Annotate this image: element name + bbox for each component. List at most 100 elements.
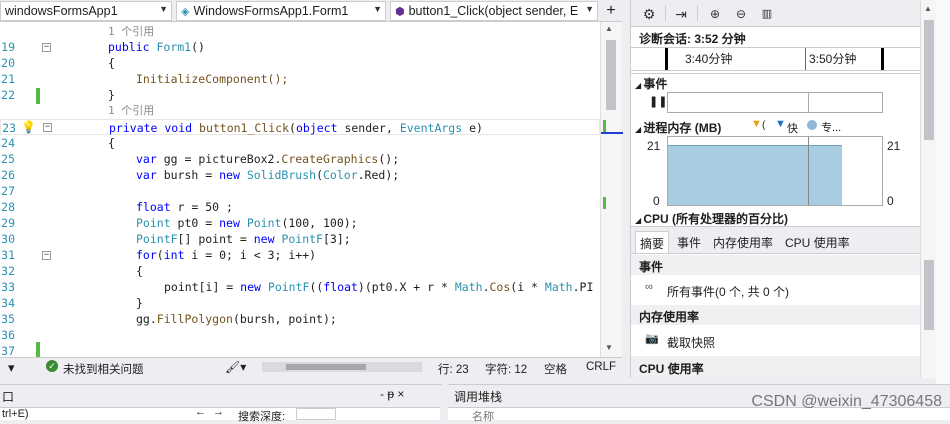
change-marker [603,197,606,209]
scroll-up-icon[interactable]: ▲ [924,4,932,13]
tab-memory[interactable]: 内存使用率 [713,234,773,251]
eol-indicator[interactable]: CRLF [586,361,616,373]
chart-icon[interactable]: ▥ [757,4,777,24]
events-track[interactable] [667,92,883,113]
scroll-thumb[interactable] [924,20,934,140]
line-number: 26 [1,168,15,182]
search-hint[interactable]: trl+E) [2,408,29,420]
tab-cpu[interactable]: CPU 使用率 [785,234,850,251]
memory-chart[interactable] [667,136,883,206]
timeline-ruler[interactable]: 3:40分钟 3:50分钟 [631,47,921,71]
split-add-button[interactable]: + [600,0,622,22]
take-snapshot-button[interactable]: 截取快照 [667,334,715,351]
project-dropdown[interactable]: windowsFormsApp1 ▼ [0,1,172,21]
tab-strip: 摘要 事件 内存使用率 CPU 使用率 [631,226,921,254]
class-dropdown[interactable]: ◈ WindowsFormsApp1.Form1 ▼ [176,1,386,21]
code-line: } [108,88,115,102]
memory-area [668,145,842,205]
line-number: 30 [1,232,15,246]
indent-indicator[interactable]: 空格 [544,361,567,377]
section-title: CPU 使用率 [639,362,704,376]
panel-controls[interactable]: - ᵽ × [380,387,404,401]
events-title: 事件 [643,77,668,91]
export-icon[interactable]: ⇥ [671,4,691,24]
tick-label: 3:40分钟 [685,52,733,66]
line-indicator[interactable]: 行: 23 [438,361,469,377]
line-number: 36 [1,328,15,342]
collapse-icon[interactable]: − [42,43,51,52]
issues-status[interactable]: 未找到相关问题 [63,361,144,377]
member-dropdown[interactable]: ⬢ button1_Click(object sender, E ▼ [390,1,598,21]
search-depth-dropdown[interactable] [296,408,336,420]
forward-icon[interactable]: → [213,406,224,418]
diagnostic-toolbar: ⚙ ⇥ ⊕ ⊖ ▥ [631,0,921,27]
code-line: gg.FillPolygon(bursh, point); [136,312,337,326]
zoom-out-icon[interactable]: ⊖ [731,4,751,24]
line-number: 37 [1,344,15,357]
code-line: var bursh = new SolidBrush(Color.Red); [136,168,400,182]
legend-label: 专... [821,122,842,134]
line-number: 33 [1,280,15,294]
chevron-down-icon: ▼ [585,4,594,14]
member-name: button1_Click(object sender, E [408,4,579,18]
memory-title: 进程内存 (MB) [643,121,722,135]
collapse-icon[interactable]: − [43,123,52,132]
pause-icon[interactable]: ❚❚ [649,95,667,108]
axis-max-right: 21 [887,139,901,153]
side-strip [936,0,950,384]
events-icon: ∞ [645,281,653,293]
reference-count[interactable]: 1 个引用 [108,24,154,40]
settings-icon[interactable]: ⚙ [639,4,659,24]
zoom-indicator[interactable]: ▾ [8,360,15,376]
camera-icon: 📷 [645,333,659,345]
zoom-in-icon[interactable]: ⊕ [705,4,725,24]
scroll-down-icon[interactable]: ▼ [605,343,613,352]
all-events-row[interactable]: ∞ 所有事件(0 个, 共 0 个) [631,278,921,300]
section-title: 内存使用率 [639,310,700,324]
line-number: 20 [1,56,15,70]
code-line: public Form1() [108,40,205,54]
all-events-link[interactable]: 所有事件(0 个, 共 0 个) [667,283,789,300]
scroll-up-icon[interactable]: ▲ [605,24,613,33]
private-bytes-icon [807,120,817,130]
back-icon[interactable]: ← [195,406,206,418]
scroll-thumb[interactable] [924,260,934,330]
tab-summary[interactable]: 摘要 [635,231,670,253]
line-number: 21 [1,72,15,86]
line-number: 25 [1,152,15,166]
take-snapshot-row[interactable]: 📷 截取快照 [631,329,921,351]
class-icon: ◈ [181,5,190,18]
events-section[interactable]: ◢ 事件 [635,75,667,92]
tab-events[interactable]: 事件 [677,234,701,251]
snapshot-marker-icon: ▼ [775,118,786,130]
code-cleanup-icon[interactable]: 🖌▾ [225,360,246,374]
vertical-scrollbar[interactable]: ▲ ▼ [600,22,623,357]
code-line: point[i] = new PointF((float)(pt0.X + r … [164,280,594,294]
collapse-icon[interactable]: − [42,251,51,260]
summary-events-header: 事件 [631,255,921,275]
chevron-down-icon: ▼ [373,4,382,14]
editor-status-bar: ▾ ✓ 未找到相关问题 🖌▾ 行: 23 字符: 12 空格 CRLF [0,357,622,377]
class-name: WindowsFormsApp1.Form1 [193,4,349,18]
code-line: float r = 50 ; [136,200,233,214]
cpu-section[interactable]: ◢ CPU (所有处理器的百分比) [635,210,788,227]
line-number: 27 [1,184,15,198]
panel-title: 调用堆栈 [454,390,503,404]
diagnostic-scrollbar[interactable]: ▲ [920,0,936,378]
horizontal-scrollbar[interactable] [262,362,422,372]
code-editor[interactable]: 1 个引用 19 − public Form1() 20 { 21 Initialize… [0,22,622,357]
code-line: var gg = pictureBox2.CreateGraphics(); [136,152,400,166]
summary-cpu-header: CPU 使用率 [631,356,921,378]
memory-section[interactable]: ◢ 进程内存 (MB) [635,119,721,136]
column-header-name[interactable]: 名称 [472,408,494,424]
line-number: 34 [1,296,15,310]
line-number: 29 [1,216,15,230]
search-depth-label: 搜索深度: [238,411,286,423]
code-line: private void button1_Click(object sender… [109,121,483,135]
lightbulb-icon[interactable]: 💡 [21,119,36,135]
reference-count[interactable]: 1 个引用 [108,103,154,119]
line-number: 31 [1,248,15,262]
line-number: 32 [1,264,15,278]
char-indicator[interactable]: 字符: 12 [485,361,527,377]
scroll-thumb[interactable] [606,40,616,110]
